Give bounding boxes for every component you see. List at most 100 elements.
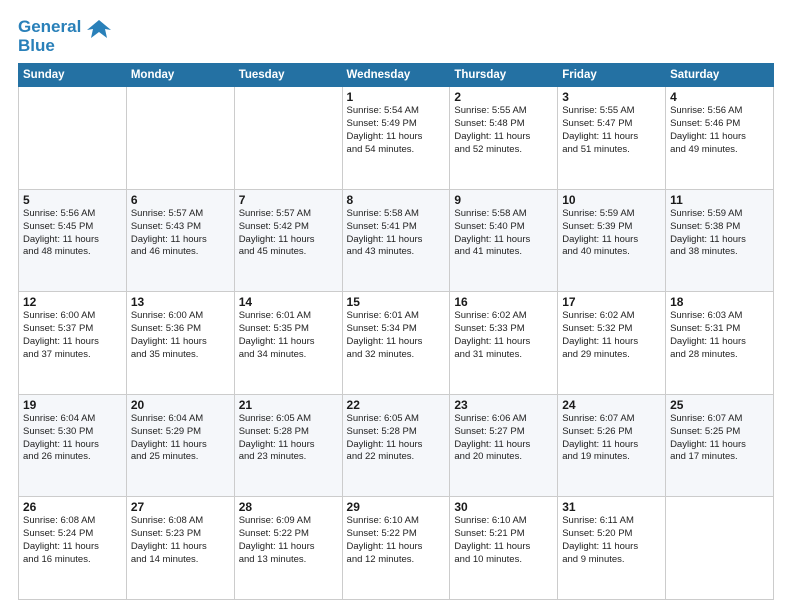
weekday-header-tuesday: Tuesday (234, 64, 342, 87)
day-info: Sunrise: 5:59 AM Sunset: 5:38 PM Dayligh… (670, 208, 769, 259)
day-number: 25 (670, 398, 769, 412)
weekday-header-row: SundayMondayTuesdayWednesdayThursdayFrid… (19, 64, 774, 87)
calendar-cell: 2Sunrise: 5:55 AM Sunset: 5:48 PM Daylig… (450, 87, 558, 190)
day-number: 23 (454, 398, 553, 412)
header: GeneralBlue (18, 18, 774, 55)
day-info: Sunrise: 6:07 AM Sunset: 5:25 PM Dayligh… (670, 413, 769, 464)
weekday-header-sunday: Sunday (19, 64, 127, 87)
day-info: Sunrise: 6:05 AM Sunset: 5:28 PM Dayligh… (347, 413, 446, 464)
weekday-header-thursday: Thursday (450, 64, 558, 87)
day-number: 27 (131, 500, 230, 514)
page: GeneralBlue SundayMondayTuesdayWednesday… (0, 0, 792, 612)
day-info: Sunrise: 6:08 AM Sunset: 5:24 PM Dayligh… (23, 515, 122, 566)
logo: GeneralBlue (18, 18, 113, 55)
day-info: Sunrise: 6:04 AM Sunset: 5:29 PM Dayligh… (131, 413, 230, 464)
day-number: 17 (562, 295, 661, 309)
calendar-cell: 24Sunrise: 6:07 AM Sunset: 5:26 PM Dayli… (558, 394, 666, 497)
calendar-cell: 13Sunrise: 6:00 AM Sunset: 5:36 PM Dayli… (126, 292, 234, 395)
day-number: 15 (347, 295, 446, 309)
day-number: 20 (131, 398, 230, 412)
calendar-cell: 16Sunrise: 6:02 AM Sunset: 5:33 PM Dayli… (450, 292, 558, 395)
day-info: Sunrise: 6:03 AM Sunset: 5:31 PM Dayligh… (670, 310, 769, 361)
day-info: Sunrise: 5:57 AM Sunset: 5:42 PM Dayligh… (239, 208, 338, 259)
calendar-cell: 14Sunrise: 6:01 AM Sunset: 5:35 PM Dayli… (234, 292, 342, 395)
calendar-cell: 8Sunrise: 5:58 AM Sunset: 5:41 PM Daylig… (342, 189, 450, 292)
day-info: Sunrise: 5:55 AM Sunset: 5:47 PM Dayligh… (562, 105, 661, 156)
calendar-week-row: 19Sunrise: 6:04 AM Sunset: 5:30 PM Dayli… (19, 394, 774, 497)
day-number: 11 (670, 193, 769, 207)
day-number: 29 (347, 500, 446, 514)
day-number: 14 (239, 295, 338, 309)
day-number: 26 (23, 500, 122, 514)
day-info: Sunrise: 6:00 AM Sunset: 5:37 PM Dayligh… (23, 310, 122, 361)
calendar-cell: 15Sunrise: 6:01 AM Sunset: 5:34 PM Dayli… (342, 292, 450, 395)
day-info: Sunrise: 5:54 AM Sunset: 5:49 PM Dayligh… (347, 105, 446, 156)
calendar-cell: 22Sunrise: 6:05 AM Sunset: 5:28 PM Dayli… (342, 394, 450, 497)
day-number: 16 (454, 295, 553, 309)
calendar-cell: 27Sunrise: 6:08 AM Sunset: 5:23 PM Dayli… (126, 497, 234, 600)
day-info: Sunrise: 5:58 AM Sunset: 5:40 PM Dayligh… (454, 208, 553, 259)
day-info: Sunrise: 5:56 AM Sunset: 5:46 PM Dayligh… (670, 105, 769, 156)
calendar-cell: 4Sunrise: 5:56 AM Sunset: 5:46 PM Daylig… (666, 87, 774, 190)
day-info: Sunrise: 6:02 AM Sunset: 5:32 PM Dayligh… (562, 310, 661, 361)
day-info: Sunrise: 6:07 AM Sunset: 5:26 PM Dayligh… (562, 413, 661, 464)
day-info: Sunrise: 6:01 AM Sunset: 5:34 PM Dayligh… (347, 310, 446, 361)
day-number: 8 (347, 193, 446, 207)
day-number: 9 (454, 193, 553, 207)
day-info: Sunrise: 6:01 AM Sunset: 5:35 PM Dayligh… (239, 310, 338, 361)
day-number: 6 (131, 193, 230, 207)
day-number: 30 (454, 500, 553, 514)
day-number: 5 (23, 193, 122, 207)
day-number: 31 (562, 500, 661, 514)
calendar-cell (666, 497, 774, 600)
day-number: 1 (347, 90, 446, 104)
calendar-cell: 20Sunrise: 6:04 AM Sunset: 5:29 PM Dayli… (126, 394, 234, 497)
day-number: 3 (562, 90, 661, 104)
weekday-header-wednesday: Wednesday (342, 64, 450, 87)
day-number: 7 (239, 193, 338, 207)
calendar-cell: 25Sunrise: 6:07 AM Sunset: 5:25 PM Dayli… (666, 394, 774, 497)
weekday-header-saturday: Saturday (666, 64, 774, 87)
calendar-cell: 10Sunrise: 5:59 AM Sunset: 5:39 PM Dayli… (558, 189, 666, 292)
calendar-cell: 5Sunrise: 5:56 AM Sunset: 5:45 PM Daylig… (19, 189, 127, 292)
day-info: Sunrise: 6:06 AM Sunset: 5:27 PM Dayligh… (454, 413, 553, 464)
day-number: 10 (562, 193, 661, 207)
calendar-table: SundayMondayTuesdayWednesdayThursdayFrid… (18, 63, 774, 600)
calendar-cell: 21Sunrise: 6:05 AM Sunset: 5:28 PM Dayli… (234, 394, 342, 497)
day-info: Sunrise: 6:02 AM Sunset: 5:33 PM Dayligh… (454, 310, 553, 361)
calendar-cell: 17Sunrise: 6:02 AM Sunset: 5:32 PM Dayli… (558, 292, 666, 395)
calendar-cell: 1Sunrise: 5:54 AM Sunset: 5:49 PM Daylig… (342, 87, 450, 190)
calendar-cell (19, 87, 127, 190)
weekday-header-friday: Friday (558, 64, 666, 87)
calendar-cell: 30Sunrise: 6:10 AM Sunset: 5:21 PM Dayli… (450, 497, 558, 600)
calendar-cell: 7Sunrise: 5:57 AM Sunset: 5:42 PM Daylig… (234, 189, 342, 292)
calendar-week-row: 1Sunrise: 5:54 AM Sunset: 5:49 PM Daylig… (19, 87, 774, 190)
calendar-cell: 19Sunrise: 6:04 AM Sunset: 5:30 PM Dayli… (19, 394, 127, 497)
calendar-cell: 26Sunrise: 6:08 AM Sunset: 5:24 PM Dayli… (19, 497, 127, 600)
day-number: 19 (23, 398, 122, 412)
calendar-week-row: 5Sunrise: 5:56 AM Sunset: 5:45 PM Daylig… (19, 189, 774, 292)
day-number: 4 (670, 90, 769, 104)
day-number: 12 (23, 295, 122, 309)
calendar-cell: 31Sunrise: 6:11 AM Sunset: 5:20 PM Dayli… (558, 497, 666, 600)
weekday-header-monday: Monday (126, 64, 234, 87)
calendar-cell (126, 87, 234, 190)
calendar-cell: 28Sunrise: 6:09 AM Sunset: 5:22 PM Dayli… (234, 497, 342, 600)
day-number: 18 (670, 295, 769, 309)
day-info: Sunrise: 6:08 AM Sunset: 5:23 PM Dayligh… (131, 515, 230, 566)
day-info: Sunrise: 5:55 AM Sunset: 5:48 PM Dayligh… (454, 105, 553, 156)
calendar-cell: 11Sunrise: 5:59 AM Sunset: 5:38 PM Dayli… (666, 189, 774, 292)
calendar-cell: 9Sunrise: 5:58 AM Sunset: 5:40 PM Daylig… (450, 189, 558, 292)
calendar-week-row: 12Sunrise: 6:00 AM Sunset: 5:37 PM Dayli… (19, 292, 774, 395)
day-info: Sunrise: 5:59 AM Sunset: 5:39 PM Dayligh… (562, 208, 661, 259)
day-info: Sunrise: 6:05 AM Sunset: 5:28 PM Dayligh… (239, 413, 338, 464)
calendar-cell: 29Sunrise: 6:10 AM Sunset: 5:22 PM Dayli… (342, 497, 450, 600)
day-info: Sunrise: 5:57 AM Sunset: 5:43 PM Dayligh… (131, 208, 230, 259)
calendar-week-row: 26Sunrise: 6:08 AM Sunset: 5:24 PM Dayli… (19, 497, 774, 600)
day-number: 21 (239, 398, 338, 412)
calendar-cell: 18Sunrise: 6:03 AM Sunset: 5:31 PM Dayli… (666, 292, 774, 395)
day-info: Sunrise: 5:56 AM Sunset: 5:45 PM Dayligh… (23, 208, 122, 259)
day-number: 13 (131, 295, 230, 309)
day-info: Sunrise: 6:09 AM Sunset: 5:22 PM Dayligh… (239, 515, 338, 566)
calendar-cell: 6Sunrise: 5:57 AM Sunset: 5:43 PM Daylig… (126, 189, 234, 292)
